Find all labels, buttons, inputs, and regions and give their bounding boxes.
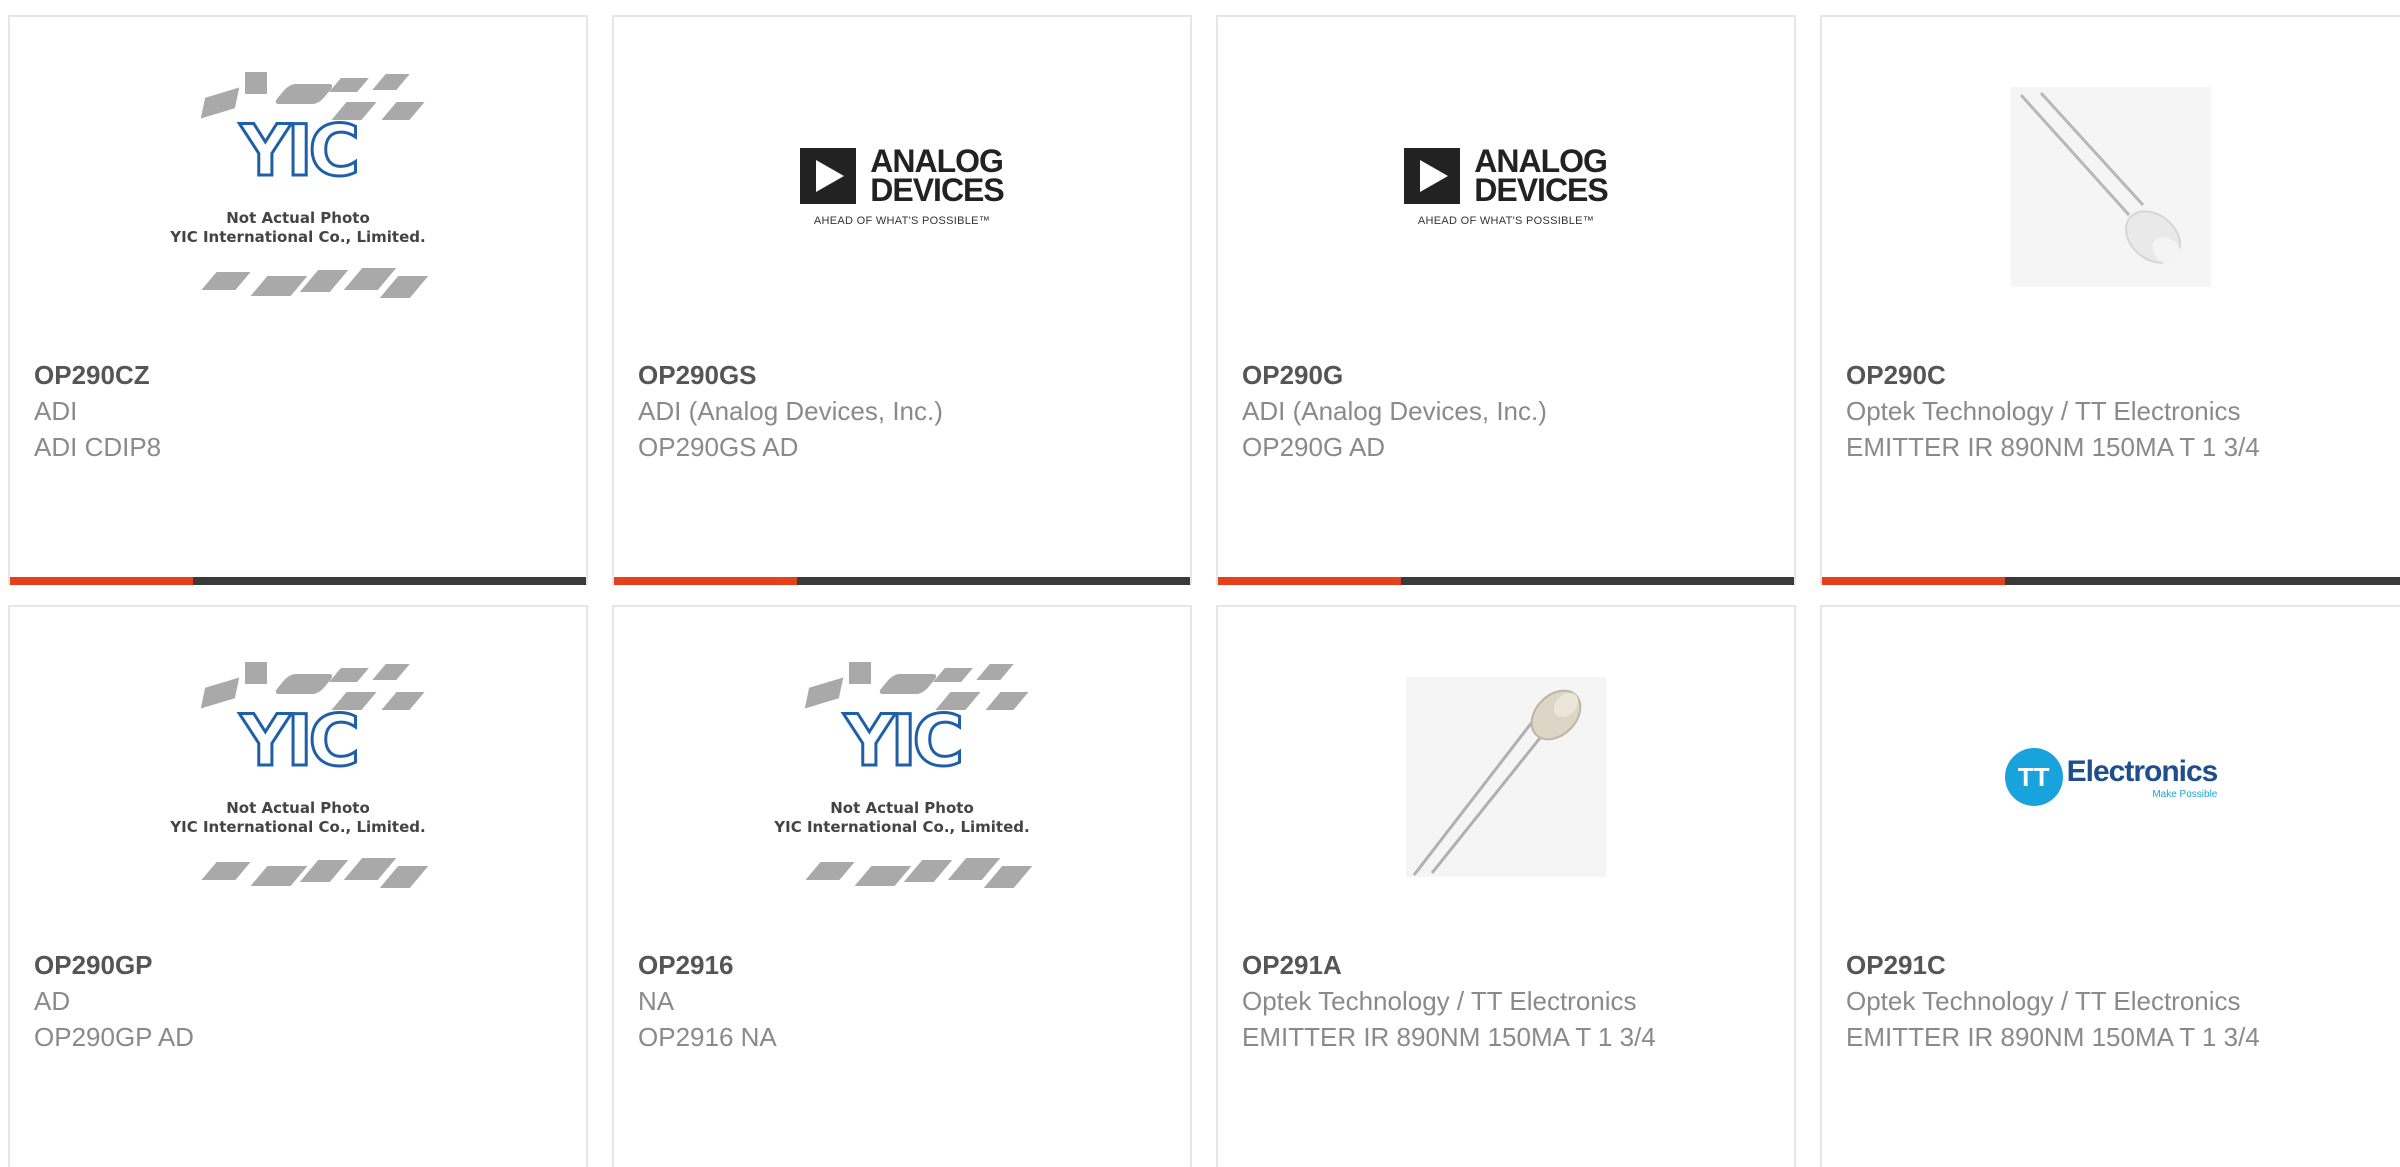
tt-logo-name: Electronics bbox=[2066, 754, 2219, 788]
adi-tagline: AHEAD OF WHAT'S POSSIBLE™ bbox=[813, 215, 991, 227]
description: ADI CDIP8 bbox=[34, 432, 162, 462]
card-accent bbox=[10, 577, 193, 585]
part-number[interactable]: OP290C bbox=[1846, 357, 2376, 393]
yic-caption-line2: YIC International Co., Limited. bbox=[170, 228, 426, 246]
product-image[interactable]: ANALOG DEVICES AHEAD OF WHAT'S POSSIBLE™ bbox=[1218, 17, 1794, 357]
product-grid: YIC Not Actual Photo YIC International C… bbox=[0, 0, 2400, 1167]
product-image[interactable]: ANALOG DEVICES AHEAD OF WHAT'S POSSIBLE™ bbox=[614, 17, 1190, 357]
card-accent bbox=[1822, 577, 2005, 585]
description: OP2916 NA bbox=[638, 1022, 777, 1052]
yic-caption-line1: Not Actual Photo bbox=[830, 799, 974, 817]
analog-devices-mark-icon bbox=[800, 148, 857, 204]
product-image[interactable]: YIC Not Actual Photo YIC International C… bbox=[10, 607, 586, 947]
product-info: OP290C Optek Technology / TT Electronics… bbox=[1846, 357, 2376, 465]
product-image[interactable] bbox=[1822, 17, 2400, 357]
analog-devices-mark-icon bbox=[1404, 148, 1461, 204]
part-number[interactable]: OP290CZ bbox=[34, 357, 562, 393]
product-info: OP291A Optek Technology / TT Electronics… bbox=[1242, 947, 1770, 1055]
tt-electronics-logo: TT Electronics Make Possible bbox=[2004, 748, 2219, 806]
card-accent bbox=[1218, 577, 1401, 585]
card-accent bbox=[614, 577, 797, 585]
product-image[interactable]: YIC Not Actual Photo YIC International C… bbox=[10, 17, 586, 357]
yic-logo: YIC bbox=[238, 109, 361, 194]
part-number[interactable]: OP290G bbox=[1242, 357, 1770, 393]
product-card[interactable]: YIC Not Actual Photo YIC International C… bbox=[612, 605, 1192, 1167]
led-icon bbox=[1412, 689, 1582, 876]
product-info: OP2916 NA OP2916 NA bbox=[638, 947, 1166, 1055]
yic-placeholder-image: YIC Not Actual Photo YIC International C… bbox=[767, 652, 1037, 902]
product-info: OP290G ADI (Analog Devices, Inc.) OP290G… bbox=[1242, 357, 1770, 465]
part-number[interactable]: OP2916 bbox=[638, 947, 1166, 983]
description: OP290GP AD bbox=[34, 1022, 194, 1052]
yic-placeholder-image: YIC Not Actual Photo YIC International C… bbox=[163, 62, 433, 312]
description: EMITTER IR 890NM 150MA T 1 3/4 bbox=[1846, 1022, 2260, 1052]
product-info: OP290CZ ADI ADI CDIP8 bbox=[34, 357, 562, 465]
led-photo bbox=[1406, 677, 1606, 877]
product-image[interactable] bbox=[1218, 607, 1794, 947]
analog-devices-logo: ANALOG DEVICES AHEAD OF WHAT'S POSSIBLE™ bbox=[1404, 145, 1609, 227]
adi-logo-line2: DEVICES bbox=[870, 172, 1004, 208]
manufacturer: ADI (Analog Devices, Inc.) bbox=[1242, 396, 1547, 426]
part-number[interactable]: OP291C bbox=[1846, 947, 2376, 983]
product-card[interactable]: ANALOG DEVICES AHEAD OF WHAT'S POSSIBLE™… bbox=[612, 15, 1192, 585]
adi-tagline: AHEAD OF WHAT'S POSSIBLE™ bbox=[1417, 215, 1595, 227]
product-image[interactable]: YIC Not Actual Photo YIC International C… bbox=[614, 607, 1190, 947]
product-image[interactable]: TT Electronics Make Possible bbox=[1822, 607, 2400, 947]
card-bottom-bar bbox=[10, 577, 586, 585]
manufacturer: AD bbox=[34, 986, 71, 1016]
description: OP290G AD bbox=[1242, 432, 1386, 462]
product-card[interactable]: OP291A Optek Technology / TT Electronics… bbox=[1216, 605, 1796, 1167]
product-card[interactable]: TT Electronics Make Possible OP291C Opte… bbox=[1820, 605, 2400, 1167]
card-bottom-bar bbox=[1218, 577, 1794, 585]
part-number[interactable]: OP290GS bbox=[638, 357, 1166, 393]
product-card[interactable]: ANALOG DEVICES AHEAD OF WHAT'S POSSIBLE™… bbox=[1216, 15, 1796, 585]
manufacturer: Optek Technology / TT Electronics bbox=[1846, 396, 2241, 426]
product-card[interactable]: YIC Not Actual Photo YIC International C… bbox=[8, 15, 588, 585]
yic-caption-line2: YIC International Co., Limited. bbox=[170, 818, 426, 836]
manufacturer: NA bbox=[638, 986, 675, 1016]
yic-logo: YIC bbox=[842, 699, 965, 784]
yic-logo: YIC bbox=[238, 699, 361, 784]
card-bottom-bar bbox=[614, 577, 1190, 585]
product-info: OP290GP AD OP290GP AD bbox=[34, 947, 562, 1055]
manufacturer: ADI bbox=[34, 396, 78, 426]
part-number[interactable]: OP290GP bbox=[34, 947, 562, 983]
manufacturer: ADI (Analog Devices, Inc.) bbox=[638, 396, 943, 426]
led-photo bbox=[2011, 87, 2211, 287]
product-card[interactable]: YIC Not Actual Photo YIC International C… bbox=[8, 605, 588, 1167]
product-info: OP290GS ADI (Analog Devices, Inc.) OP290… bbox=[638, 357, 1166, 465]
description: EMITTER IR 890NM 150MA T 1 3/4 bbox=[1242, 1022, 1656, 1052]
analog-devices-logo: ANALOG DEVICES AHEAD OF WHAT'S POSSIBLE™ bbox=[800, 145, 1005, 227]
card-bottom-bar bbox=[1822, 577, 2400, 585]
product-card[interactable]: OP290C Optek Technology / TT Electronics… bbox=[1820, 15, 2400, 585]
description: EMITTER IR 890NM 150MA T 1 3/4 bbox=[1846, 432, 2260, 462]
led-icon bbox=[2019, 91, 2182, 265]
yic-caption-line1: Not Actual Photo bbox=[226, 209, 370, 227]
part-number[interactable]: OP291A bbox=[1242, 947, 1770, 983]
tt-mark-icon: TT bbox=[2004, 748, 2063, 806]
description: OP290GS AD bbox=[638, 432, 799, 462]
yic-caption-line1: Not Actual Photo bbox=[226, 799, 370, 817]
product-info: OP291C Optek Technology / TT Electronics… bbox=[1846, 947, 2376, 1055]
manufacturer: Optek Technology / TT Electronics bbox=[1846, 986, 2241, 1016]
tt-logo-tagline: Make Possible bbox=[2152, 788, 2218, 800]
yic-placeholder-image: YIC Not Actual Photo YIC International C… bbox=[163, 652, 433, 902]
manufacturer: Optek Technology / TT Electronics bbox=[1242, 986, 1637, 1016]
adi-logo-line2: DEVICES bbox=[1474, 172, 1608, 208]
yic-caption-line2: YIC International Co., Limited. bbox=[774, 818, 1030, 836]
